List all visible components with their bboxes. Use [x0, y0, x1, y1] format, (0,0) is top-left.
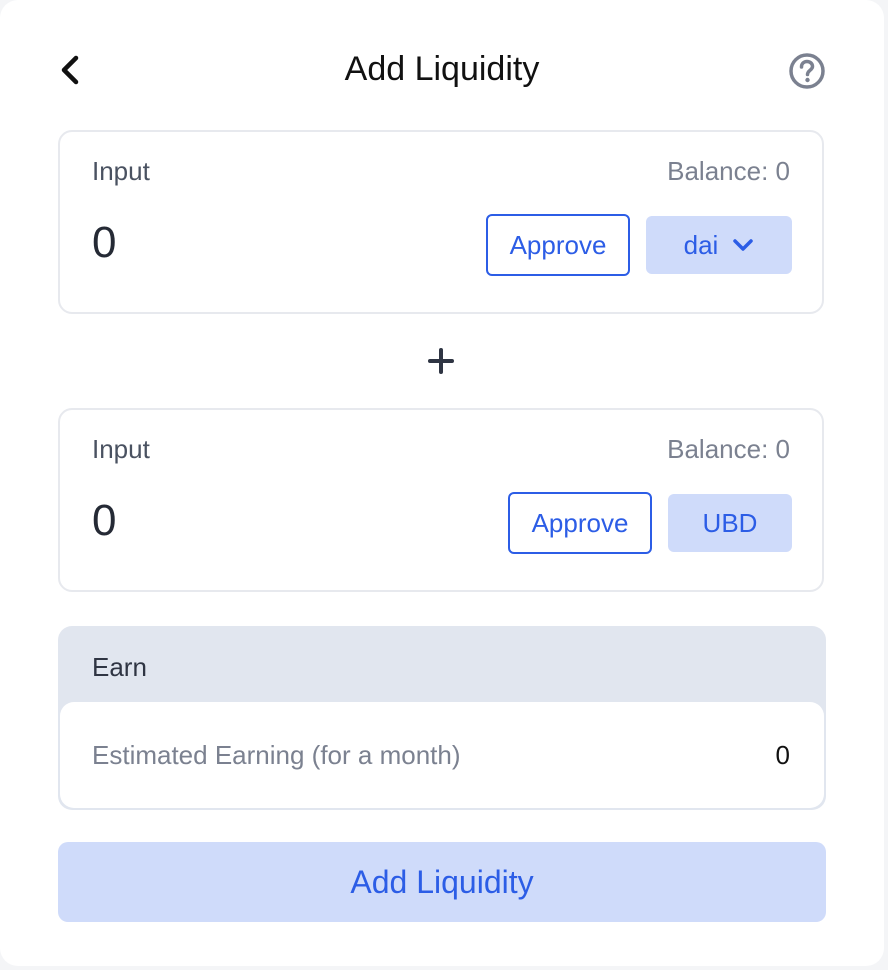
input-label: Input	[92, 156, 150, 186]
amount-input[interactable]	[92, 218, 372, 268]
add-liquidity-button[interactable]: Add Liquidity	[58, 842, 826, 922]
token-select-dai[interactable]: dai	[646, 216, 792, 274]
token-label: dai	[683, 229, 719, 260]
balance-text: Balance: 0	[667, 156, 790, 186]
approve-button[interactable]: Approve	[486, 214, 630, 276]
earn-estimate-row: Estimated Earning (for a month) 0	[60, 702, 824, 808]
help-button[interactable]	[788, 52, 826, 90]
balance-text: Balance: 0	[667, 434, 790, 464]
estimate-value: 0	[775, 740, 790, 770]
add-liquidity-panel: Add Liquidity Input Balance: 0 Approve d…	[0, 0, 884, 966]
earn-title: Earn	[92, 652, 147, 682]
estimate-label: Estimated Earning (for a month)	[92, 740, 461, 770]
question-circle-icon	[789, 53, 825, 89]
input-panel-token-b: Input Balance: 0 Approve UBD	[58, 408, 824, 592]
input-label: Input	[92, 434, 150, 464]
chevron-down-icon	[733, 239, 754, 251]
token-select-ubd[interactable]: UBD	[668, 494, 792, 552]
header: Add Liquidity	[58, 40, 826, 104]
earn-section: Earn Estimated Earning (for a month) 0	[58, 626, 826, 810]
plus-icon	[428, 348, 454, 374]
page-title: Add Liquidity	[344, 50, 540, 88]
approve-button[interactable]: Approve	[508, 492, 652, 554]
input-panel-token-a: Input Balance: 0 Approve dai	[58, 130, 824, 314]
token-label: UBD	[702, 507, 758, 538]
amount-input[interactable]	[92, 496, 372, 546]
